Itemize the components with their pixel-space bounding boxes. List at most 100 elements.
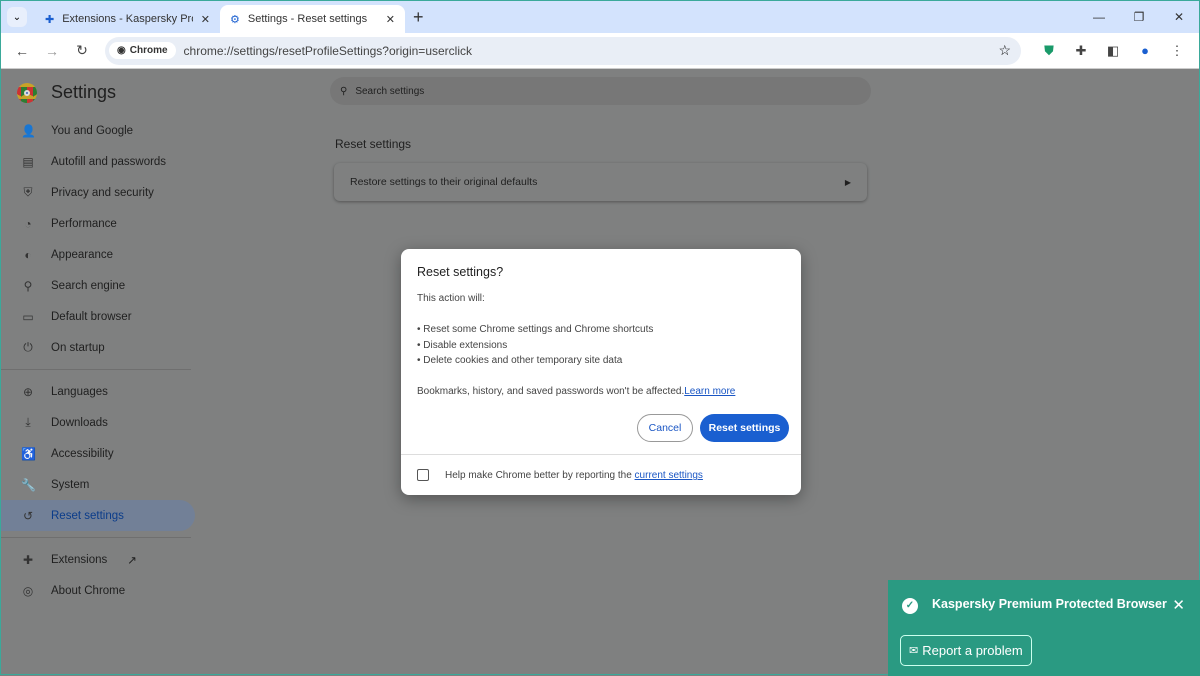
divider: [401, 454, 801, 455]
dialog-intro: This action will:: [417, 293, 485, 304]
sidebar-icon: ✚: [22, 552, 34, 567]
sidebar-item-label: Extensions: [51, 553, 108, 566]
sidebar-icon: ♿: [21, 446, 36, 461]
tab-strip: ⌄ ✚Extensions - Kaspersky Protection✕ ⚙S…: [1, 1, 1199, 33]
sidebar-icon: ⊕: [22, 384, 34, 399]
checkbox-label: Help make Chrome better by reporting the: [445, 470, 635, 481]
omnibox[interactable]: ◉ Chrome chrome://settings/resetProfileSe…: [105, 36, 1021, 65]
tab-extensions[interactable]: ✚Extensions - Kaspersky Protection✕: [35, 5, 220, 33]
kaspersky-shield-icon[interactable]: ⛊: [1035, 43, 1063, 59]
kaspersky-toast: ✓ Kaspersky Premium Protected Browser ✕ …: [888, 580, 1200, 676]
sidebar-icon: ◐: [24, 247, 32, 262]
chevron-right-icon: ▶: [844, 177, 851, 187]
chrome-icon: ◉: [117, 45, 126, 56]
minimize-button[interactable]: —: [1079, 1, 1119, 33]
sidebar-item-default-browser[interactable]: ▭ Default browser: [1, 301, 195, 332]
close-tab-icon[interactable]: ✕: [386, 13, 395, 26]
sidebar: Settings 👤 You and Google ▤ Autofill and pa…: [1, 70, 201, 606]
sidebar-icon: ⛨: [23, 185, 33, 199]
sidebar-item-accessibility[interactable]: ♿ Accessibility: [1, 438, 195, 469]
reload-button[interactable]: ↻: [69, 42, 95, 59]
tab-settings[interactable]: ⚙ Settings - Reset settings ✕: [220, 5, 405, 33]
sidebar-item-label: Default browser: [51, 310, 132, 323]
sidebar-item-autofill-and-passwords[interactable]: ▤ Autofill and passwords: [1, 146, 195, 177]
back-button[interactable]: ←: [9, 43, 35, 59]
sidebar-item-label: About Chrome: [51, 584, 126, 597]
check-circle-icon: ✓: [902, 598, 918, 614]
sidebar-item-label: On startup: [51, 341, 105, 354]
sidebar-icon: ⚲: [23, 278, 33, 293]
side-panel-icon[interactable]: ◧: [1099, 43, 1127, 59]
sidebar-icon: ▭: [22, 309, 34, 324]
sidebar-item-search-engine[interactable]: ⚲ Search engine: [1, 270, 195, 301]
settings-title: Settings: [51, 82, 117, 102]
sidebar-icon: ◔: [24, 216, 32, 231]
extensions-icon[interactable]: ✚: [1067, 43, 1095, 59]
sidebar-item-label: Performance: [51, 217, 117, 230]
profile-avatar[interactable]: ●: [1131, 43, 1159, 58]
gear-icon: ⚙: [230, 13, 240, 26]
sidebar-icon: ▤: [22, 154, 34, 169]
external-link-icon: ↗: [127, 554, 137, 567]
close-icon[interactable]: ✕: [1172, 596, 1185, 614]
site-info-chip[interactable]: ◉ Chrome: [109, 42, 176, 59]
dialog-title: Reset settings?: [417, 265, 504, 279]
sidebar-item-about-chrome[interactable]: ◎ About Chrome: [1, 575, 195, 606]
new-tab-button[interactable]: +: [413, 7, 424, 28]
report-problem-button[interactable]: ✉ Report a problem: [900, 635, 1032, 666]
sidebar-item-label: Accessibility: [51, 447, 114, 460]
sidebar-icon: ⤓: [25, 415, 31, 429]
sidebar-item-languages[interactable]: ⊕ Languages: [1, 376, 195, 407]
sidebar-item-extensions[interactable]: ✚ Extensions ↗: [1, 544, 195, 575]
sidebar-item-label: You and Google: [51, 124, 134, 137]
close-tab-icon[interactable]: ✕: [201, 13, 210, 26]
menu-icon[interactable]: ⋮: [1163, 43, 1191, 59]
current-settings-link[interactable]: current settings: [635, 470, 703, 481]
section-title: Reset settings: [335, 137, 412, 151]
envelope-icon: ✉: [909, 645, 919, 657]
restore-defaults-row[interactable]: Restore settings to their original defau…: [334, 163, 867, 201]
url-text[interactable]: chrome://settings/resetProfileSettings?o…: [184, 44, 999, 58]
chrome-logo: [17, 82, 37, 103]
sidebar-item-system[interactable]: 🔧 System: [1, 469, 195, 500]
sidebar-divider: [1, 537, 191, 538]
report-checkbox[interactable]: [417, 469, 429, 481]
sidebar-item-downloads[interactable]: ⤓ Downloads: [1, 407, 195, 438]
dialog-bullet: • Disable extensions: [417, 340, 508, 351]
restore-button[interactable]: ❐: [1119, 1, 1159, 33]
reset-dialog: Reset settings? This action will: • Rese…: [401, 249, 801, 495]
sidebar-icon: 🔧: [21, 477, 36, 492]
sidebar-item-performance[interactable]: ◔ Performance: [1, 208, 195, 239]
dialog-bullet: • Reset some Chrome settings and Chrome …: [417, 324, 654, 335]
sidebar-item-label: Search engine: [51, 279, 126, 292]
puzzle-icon: ✚: [45, 13, 55, 26]
sidebar-icon: ◎: [22, 583, 34, 598]
sidebar-item-reset-settings[interactable]: ↺ Reset settings: [1, 500, 195, 531]
toast-title: Kaspersky Premium Protected Browser: [932, 597, 1167, 611]
bookmark-star-icon[interactable]: ☆: [998, 42, 1011, 59]
sidebar-item-label: Autofill and passwords: [51, 155, 167, 168]
sidebar-item-label: Languages: [51, 385, 108, 398]
sidebar-item-you-and-google[interactable]: 👤 You and Google: [1, 115, 195, 146]
search-input[interactable]: ⚲ Search settings: [330, 77, 871, 105]
dialog-bullet: • Delete cookies and other temporary sit…: [417, 355, 623, 366]
dialog-note: Bookmarks, history, and saved passwords …: [417, 386, 685, 397]
sidebar-icon: ⏻: [23, 340, 33, 354]
forward-button[interactable]: →: [39, 43, 65, 59]
reset-settings-button[interactable]: Reset settings: [700, 414, 789, 442]
sidebar-item-label: Appearance: [51, 248, 114, 261]
sidebar-item-appearance[interactable]: ◐ Appearance: [1, 239, 195, 270]
sidebar-item-label: System: [51, 478, 90, 491]
sidebar-item-privacy-and-security[interactable]: ⛨ Privacy and security: [1, 177, 195, 208]
search-icon: ⚲: [340, 85, 348, 97]
sidebar-item-on-startup[interactable]: ⏻ On startup: [1, 332, 195, 363]
sidebar-icon: 👤: [21, 123, 36, 138]
sidebar-item-label: Downloads: [51, 416, 108, 429]
sidebar-icon: ↺: [22, 508, 34, 523]
learn-more-link[interactable]: Learn more: [684, 386, 735, 397]
sidebar-item-label: Privacy and security: [51, 186, 154, 199]
sidebar-item-label: Reset settings: [51, 509, 124, 522]
close-window-button[interactable]: ✕: [1159, 1, 1199, 33]
cancel-button[interactable]: Cancel: [637, 414, 693, 442]
tab-search-button[interactable]: ⌄: [7, 7, 27, 27]
